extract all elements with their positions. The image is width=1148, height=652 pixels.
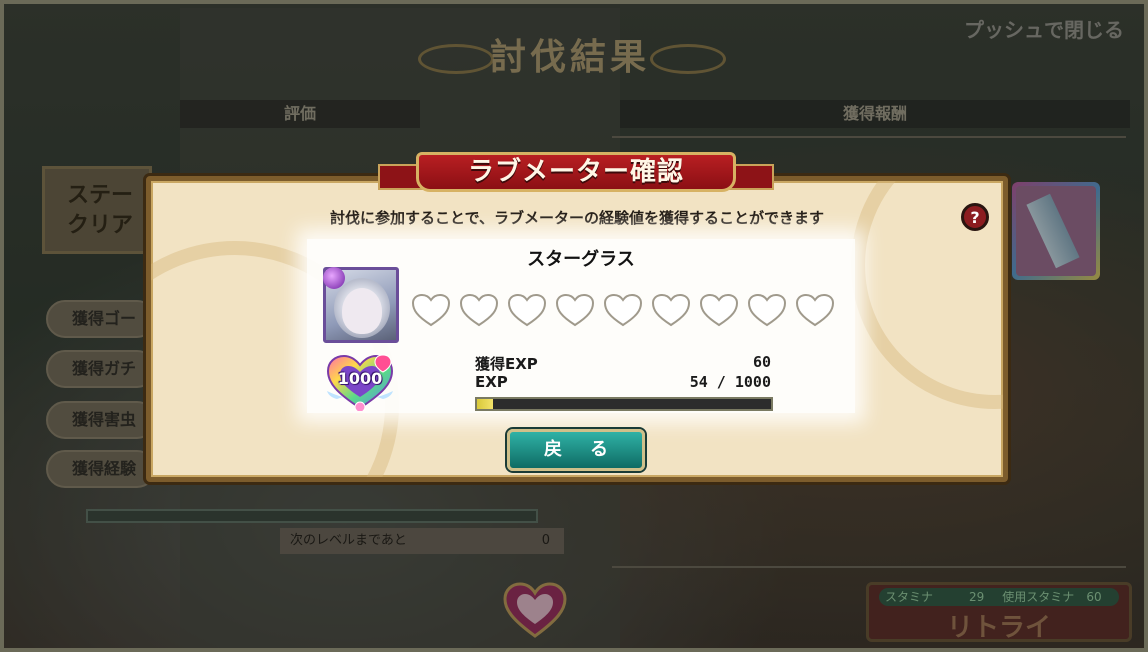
love-heart-icon: [651, 293, 691, 327]
back-button[interactable]: 戻る: [507, 429, 645, 471]
love-heart-icon: [459, 293, 499, 327]
exp-row: EXP 54 / 1000: [475, 373, 771, 391]
love-heart-icon: [747, 293, 787, 327]
gained-exp-value: 60: [752, 353, 771, 371]
exp-label: EXP: [475, 373, 508, 391]
love-heart-icon: [507, 293, 547, 327]
dialog-title-ribbon: ラブメーター確認: [378, 150, 774, 196]
love-meter-dialog: 討伐に参加することで、ラブメーターの経験値を獲得することができます ? スターグ…: [146, 176, 1008, 482]
love-meter-panel: スターグラス 1000 獲得EXP 60 EXP 54 / 1000: [307, 239, 855, 413]
dialog-description: 討伐に参加することで、ラブメーターの経験値を獲得することができます: [330, 209, 824, 227]
love-level-badge: 1000: [321, 351, 403, 421]
love-heart-icon: [795, 293, 835, 327]
love-hearts-row: [411, 293, 835, 327]
love-heart-icon: [555, 293, 595, 327]
love-level-value: 1000: [337, 369, 383, 388]
exp-value: 54 / 1000: [689, 373, 771, 391]
character-portrait[interactable]: [323, 267, 399, 343]
gained-exp-row: 獲得EXP 60: [475, 353, 771, 374]
portrait-face: [342, 288, 382, 334]
help-button[interactable]: ?: [961, 203, 989, 231]
exp-progress-fill: [477, 399, 493, 409]
love-heart-icon: [411, 293, 451, 327]
exp-progress-bar: [475, 397, 773, 411]
attribute-orb-icon: [323, 267, 345, 289]
love-heart-icon: [699, 293, 739, 327]
gained-exp-label: 獲得EXP: [475, 355, 538, 373]
dialog-title: ラブメーター確認: [416, 152, 736, 192]
love-heart-icon: [603, 293, 643, 327]
